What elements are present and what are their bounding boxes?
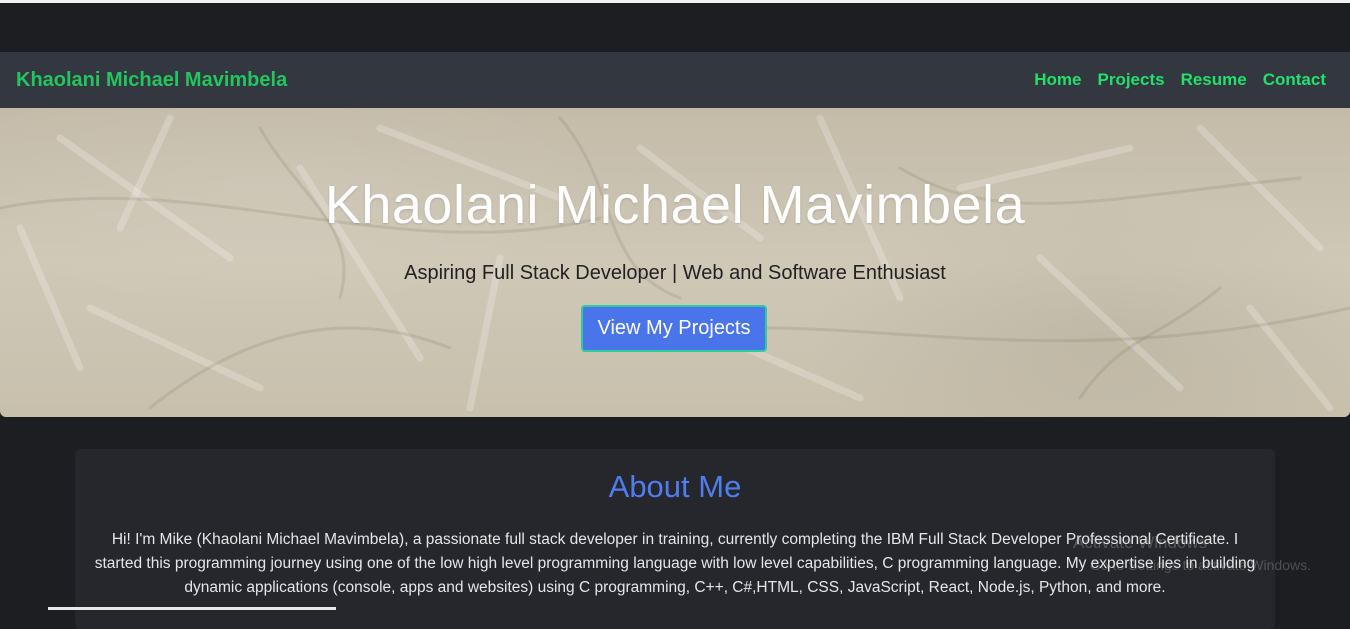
nav-link-home[interactable]: Home xyxy=(1034,70,1081,90)
browser-top-strip xyxy=(0,0,1350,3)
nav-link-projects[interactable]: Projects xyxy=(1097,70,1164,90)
nav-links: Home Projects Resume Contact xyxy=(1034,52,1326,108)
navbar: Khaolani Michael Mavimbela Home Projects… xyxy=(0,52,1350,108)
hero-section: Khaolani Michael Mavimbela Aspiring Full… xyxy=(0,108,1350,417)
view-projects-button[interactable]: View My Projects xyxy=(581,305,767,352)
nav-link-contact[interactable]: Contact xyxy=(1263,70,1326,90)
about-text: Hi! I'm Mike (Khaolani Michael Mavimbela… xyxy=(94,531,1256,596)
about-heading: About Me xyxy=(608,469,742,504)
site-brand[interactable]: Khaolani Michael Mavimbela xyxy=(16,52,287,108)
nav-link-resume[interactable]: Resume xyxy=(1181,70,1247,90)
hero-title: Khaolani Michael Mavimbela xyxy=(324,175,1026,235)
about-section: About Me Hi! I'm Mike (Khaolani Michael … xyxy=(75,449,1275,629)
hero-subtitle: Aspiring Full Stack Developer | Web and … xyxy=(404,262,946,284)
